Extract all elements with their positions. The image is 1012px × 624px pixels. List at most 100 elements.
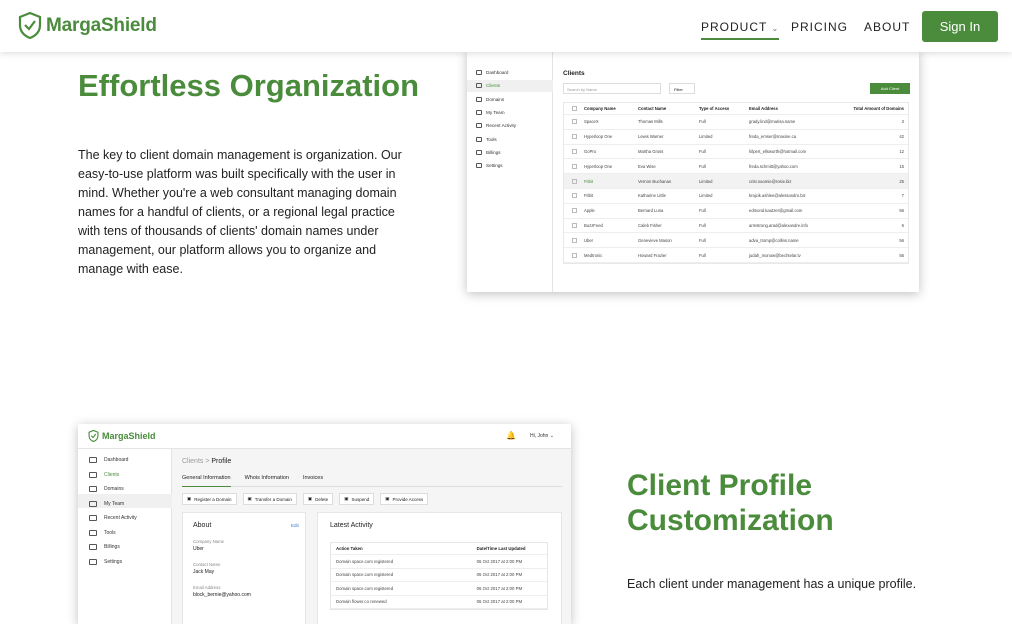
- sidebar-item-label: Settings: [104, 558, 123, 565]
- table-cell: Full: [699, 252, 706, 258]
- action-button-provide-access[interactable]: ▣ Provide Access: [380, 493, 429, 505]
- sidebar-item-clients[interactable]: Clients: [89, 471, 119, 478]
- nav-icon: [89, 457, 97, 463]
- table-cell: 42: [899, 134, 904, 140]
- breadcrumb-parent[interactable]: Clients: [182, 458, 203, 465]
- column-header[interactable]: Email Address: [749, 106, 844, 111]
- nav-icon: [476, 83, 482, 89]
- sidebar-item-domains[interactable]: Domains: [89, 486, 124, 492]
- table-row[interactable]: Uber Genevieve Mason Full adva_tromp@collin…: [564, 233, 908, 249]
- row-checkbox[interactable]: [564, 134, 584, 140]
- sidebar-item-settings[interactable]: Settings: [89, 558, 123, 565]
- row-checkbox[interactable]: [564, 237, 584, 243]
- action-button-delete[interactable]: ▣ Delete: [302, 493, 334, 505]
- action-button-transfer-a-domain[interactable]: ▣ Transfer a Domain: [242, 493, 297, 505]
- sidebar-item-label: Tools: [104, 529, 116, 536]
- sidebar-item-tools[interactable]: Tools: [476, 136, 497, 142]
- row-checkbox[interactable]: [564, 163, 584, 169]
- nav-icon: [89, 471, 97, 478]
- filter-button[interactable]: Filter: [669, 83, 695, 94]
- profile-tabs: General Information Whois Information In…: [182, 475, 562, 487]
- table-cell: Domain flower.co renewed: [336, 599, 387, 605]
- table-row[interactable]: SpaceX Thomas Mills Full grady.lind@marisa.…: [564, 115, 908, 130]
- table-cell: Thomas Mills: [638, 119, 663, 125]
- profile-screenshot: MargaShield 🔔 Hi, John ⌄ Dashboard Client…: [78, 424, 571, 624]
- sidebar-item-settings[interactable]: Settings: [476, 163, 503, 169]
- add-client-button[interactable]: Add Client: [870, 83, 910, 94]
- edit-link[interactable]: Edit: [291, 523, 299, 528]
- brand-logo[interactable]: MargaShield: [18, 12, 157, 39]
- row-checkbox[interactable]: [564, 148, 584, 154]
- table-cell: SpaceX: [584, 119, 599, 125]
- column-header[interactable]: Total Amount of Domains: [844, 106, 908, 111]
- table-cell: Domain space.com registered: [336, 572, 394, 578]
- action-icon: ▣: [187, 496, 192, 501]
- sidebar-item-my-team[interactable]: My Team: [89, 500, 124, 507]
- sidebar-item-label: Dashboard: [486, 70, 509, 75]
- row-checkbox[interactable]: [564, 178, 584, 184]
- table-header: Action Taken Date/Time Last Updated: [331, 543, 547, 555]
- table-cell: 06 Oct 2017 at 2:00 PM: [476, 558, 523, 564]
- sidebar: Dashboard Clients Domains My Team Recent Act…: [467, 50, 553, 292]
- column-header[interactable]: Contact Name: [638, 106, 699, 111]
- row-checkbox[interactable]: [564, 119, 584, 125]
- search-input[interactable]: Search by Name: [563, 83, 661, 94]
- column-header[interactable]: Type of Access: [699, 106, 749, 111]
- sidebar-item-label: Tools: [486, 136, 497, 142]
- table-row[interactable]: Fitbit Katharine Little Limited krajcik.ash…: [564, 189, 908, 204]
- table-row[interactable]: Medtronic Howard Frazier Full judah_monow@b…: [564, 248, 908, 263]
- user-menu[interactable]: Hi, John ⌄: [530, 433, 554, 439]
- sidebar-item-billings[interactable]: Billings: [476, 149, 501, 155]
- sidebar-item-label: Domains: [486, 96, 505, 102]
- sidebar-item-billings[interactable]: Billings: [89, 544, 120, 550]
- sidebar-item-my-team[interactable]: My Team: [476, 109, 505, 115]
- column-header[interactable]: Company Name: [584, 106, 638, 111]
- nav-pricing[interactable]: PRICING: [791, 20, 848, 34]
- row-checkbox[interactable]: [564, 193, 584, 199]
- nav-icon: [476, 70, 482, 75]
- table-header: Company Name Contact Name Type of Access Em…: [564, 103, 908, 115]
- table-cell: 25: [899, 178, 904, 184]
- select-all-checkbox[interactable]: [564, 106, 584, 111]
- chevron-down-icon: ⌄: [771, 24, 780, 33]
- tab-invoices[interactable]: Invoices: [303, 475, 323, 486]
- field-value: block_bernie@yahoo.com: [193, 592, 251, 598]
- bell-icon[interactable]: 🔔: [506, 431, 516, 440]
- table-row[interactable]: BuzzFeed Caleb Fisher Full armstrong.arad@a…: [564, 219, 908, 234]
- sidebar-item-tools[interactable]: Tools: [89, 529, 116, 536]
- app-logo: MargaShield: [88, 430, 156, 442]
- sidebar-item-label: Billings: [486, 149, 501, 155]
- row-checkbox[interactable]: [564, 252, 584, 258]
- sidebar-item-dashboard[interactable]: Dashboard: [89, 457, 128, 463]
- action-button-register-a-domain[interactable]: ▣ Register a Domain: [182, 493, 237, 505]
- table-cell: GoPro: [584, 148, 597, 154]
- table-cell: Domain space.com registered: [336, 585, 394, 591]
- column-header[interactable]: Date/Time Last Updated: [473, 546, 547, 551]
- sidebar-item-label: Dashboard: [104, 457, 129, 463]
- table-cell: Full: [699, 237, 706, 243]
- table-row[interactable]: Fitbit Vernon Buchanan Limited crist.naomie…: [564, 174, 908, 189]
- column-header[interactable]: Action Taken: [331, 546, 473, 551]
- table-row[interactable]: Apple Bernard Luna Full edmond.kautzer@gmai…: [564, 204, 908, 219]
- action-button-suspend[interactable]: ▣ Suspend: [339, 493, 375, 505]
- sidebar-item-dashboard[interactable]: Dashboard: [476, 70, 508, 75]
- tab-general[interactable]: General Information: [182, 475, 231, 487]
- row-checkbox[interactable]: [564, 208, 584, 214]
- nav-about[interactable]: ABOUT: [864, 20, 910, 34]
- table-row[interactable]: Hyperloop One Lewis Warner Limited freda_er…: [564, 130, 908, 145]
- table-cell: Limited: [699, 178, 713, 184]
- table-cell: crist.naomie@rosie.biz: [749, 178, 792, 184]
- sidebar-item-domains[interactable]: Domains: [476, 96, 505, 102]
- table-cell: Vernon Buchanan: [638, 178, 672, 184]
- row-checkbox[interactable]: [564, 222, 584, 228]
- sidebar-item-recent-activity[interactable]: Recent Activity: [476, 123, 516, 129]
- sidebar-item-recent-activity[interactable]: Recent Activity: [89, 515, 137, 521]
- nav-product[interactable]: PRODUCT ⌄: [701, 20, 780, 40]
- table-cell: Fitbit: [584, 178, 594, 184]
- tab-whois[interactable]: Whois Information: [245, 475, 289, 486]
- app-header: MargaShield 🔔 Hi, John ⌄: [78, 424, 571, 449]
- table-row[interactable]: GoPro Martha Gross Full hilpert_ellsworth@h…: [564, 145, 908, 160]
- table-row[interactable]: Hyperloop One Eva Wise Full freda.schmitt@y…: [564, 159, 908, 175]
- sidebar-item-clients[interactable]: Clients: [476, 83, 500, 89]
- sign-in-button[interactable]: Sign In: [922, 11, 998, 42]
